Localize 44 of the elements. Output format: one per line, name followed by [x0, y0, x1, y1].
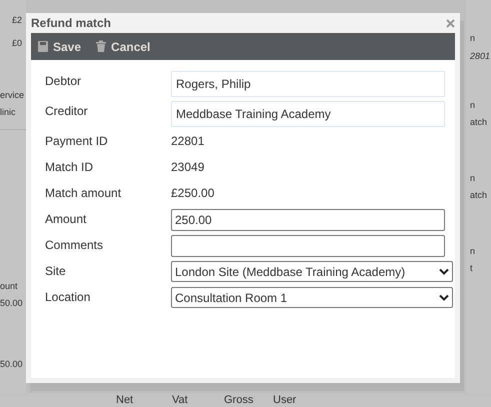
- field-label: Match amount: [45, 185, 122, 202]
- field-label: Site: [45, 263, 67, 280]
- readonly-field: Rogers, Philip: [171, 71, 445, 97]
- readonly-field: Meddbase Training Academy: [171, 101, 445, 127]
- background-text: £0: [11, 37, 24, 50]
- column-header: User: [273, 393, 296, 407]
- background-text: ervice: [0, 89, 26, 102]
- field-label: Match ID: [45, 159, 94, 176]
- close-icon[interactable]: [446, 18, 455, 28]
- input-field[interactable]: [171, 235, 445, 257]
- column-header: Gross: [224, 393, 254, 407]
- field-label: Comments: [45, 237, 104, 254]
- select-field[interactable]: London Site (Meddbase Training Academy): [171, 261, 453, 282]
- field-value: £250.00: [171, 185, 216, 202]
- cancel-button[interactable]: Cancel: [95, 38, 150, 56]
- dialog-title: Refund match: [31, 15, 112, 32]
- background-text: atch: [470, 189, 488, 202]
- background-text: atch: [470, 116, 488, 129]
- background-text: 50.00: [0, 297, 24, 310]
- select-field[interactable]: Consultation Room 1: [171, 287, 453, 308]
- background-text: n: [470, 99, 476, 112]
- background-text: n: [470, 245, 476, 258]
- background-text: t: [470, 262, 474, 275]
- field-label: Debtor: [45, 73, 82, 90]
- caret-icon: [439, 294, 449, 301]
- background-text: ount: [0, 280, 19, 293]
- background-text: n: [470, 172, 476, 185]
- input-field[interactable]: 250.00: [171, 209, 445, 231]
- trash-icon: [95, 40, 108, 53]
- field-value: 23049: [171, 159, 206, 176]
- field-label: Amount: [45, 211, 88, 228]
- save-button[interactable]: Save: [37, 38, 82, 56]
- field-label: Payment ID: [45, 133, 109, 150]
- column-header: Net: [116, 393, 134, 407]
- save-icon: [37, 40, 49, 53]
- background-text: 50.00: [0, 358, 24, 371]
- column-header: Vat: [172, 393, 189, 407]
- background-text: n: [470, 32, 476, 45]
- caret-icon: [439, 268, 449, 275]
- background-text: £2: [11, 14, 24, 27]
- field-label: Creditor: [45, 103, 89, 120]
- background-text: 2801: [470, 50, 491, 63]
- field-value: 22801: [171, 133, 206, 150]
- field-label: Location: [45, 289, 92, 306]
